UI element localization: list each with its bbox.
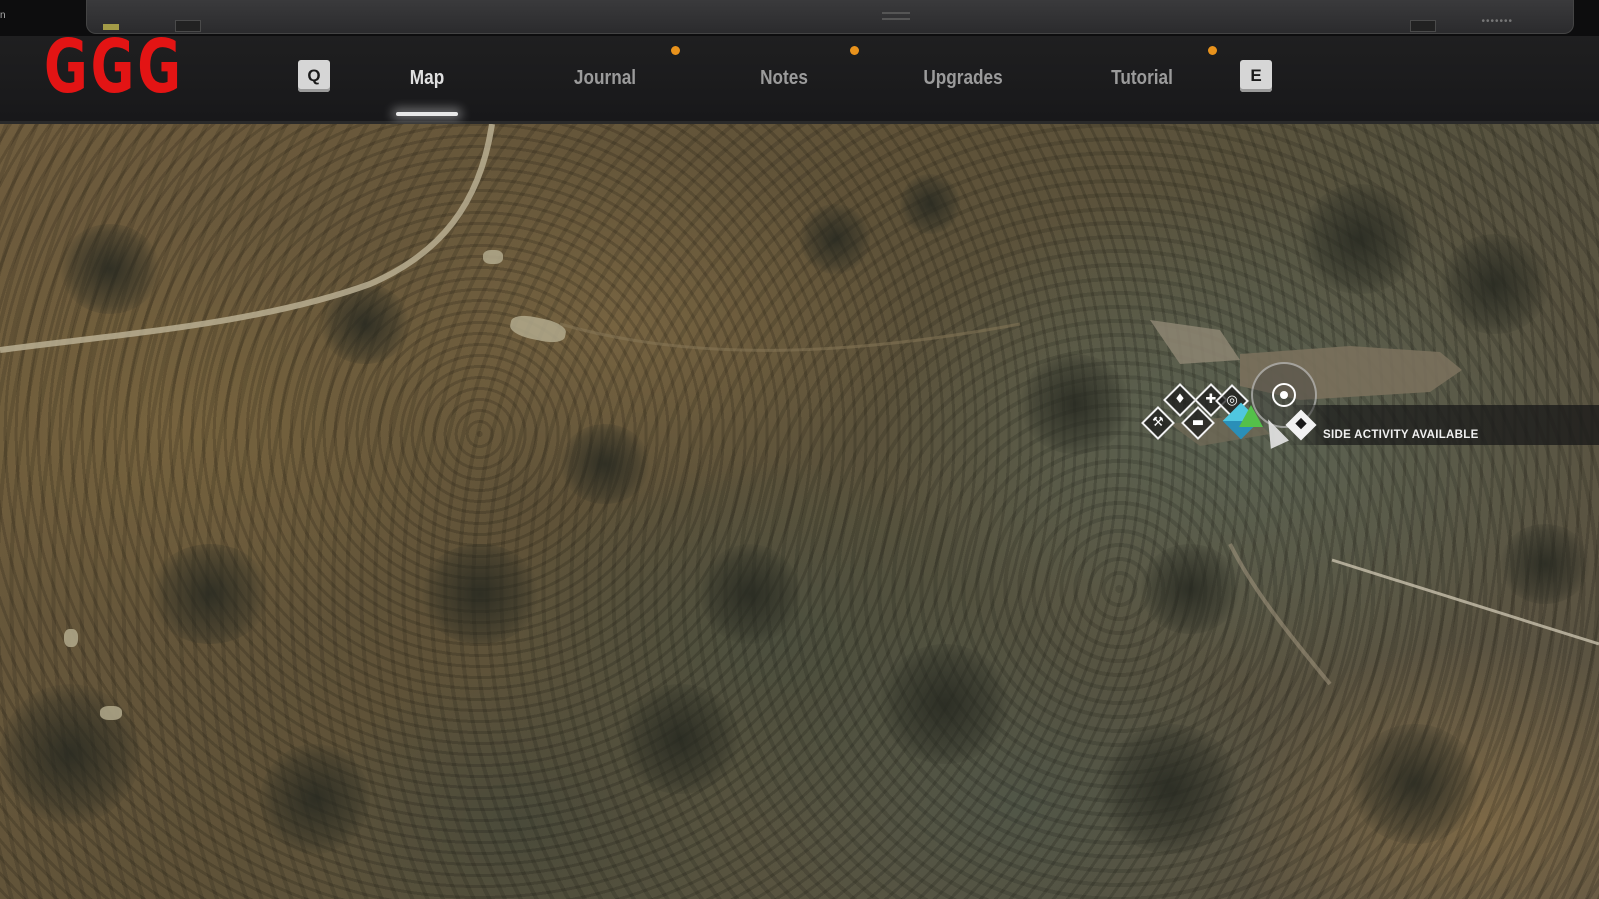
journal-notification-dot <box>671 46 680 55</box>
tutorial-notification-dot <box>1208 46 1217 55</box>
map-paths <box>0 124 1599 686</box>
game-screen: n ••••••• GGG Q Map Journal Notes Upgrad… <box>0 0 1599 899</box>
loot-glyph: ♦ <box>1174 392 1186 407</box>
world-map[interactable] <box>0 124 1599 899</box>
prev-tab-key-button[interactable]: Q <box>298 60 330 92</box>
chrome-frame: ••••••• <box>86 0 1574 34</box>
ggg-logo: GGG <box>44 24 184 110</box>
corner-text: n <box>0 10 6 21</box>
notes-notification-dot <box>850 46 859 55</box>
player-location-icon[interactable] <box>1272 383 1296 407</box>
tab-map[interactable]: Map <box>371 62 483 94</box>
bed-glyph: ▬ <box>1191 415 1205 430</box>
active-tab-indicator <box>396 112 458 116</box>
drag-handle-icon[interactable] <box>882 12 910 20</box>
tab-tutorial[interactable]: Tutorial <box>1086 62 1198 94</box>
tab-notes[interactable]: Notes <box>728 62 840 94</box>
tab-journal[interactable]: Journal <box>549 62 661 94</box>
tool-glyph: ⚒ <box>1152 415 1164 430</box>
next-tab-key-button[interactable]: E <box>1240 60 1272 92</box>
chrome-dots: ••••••• <box>1481 16 1513 27</box>
tooltip-label: SIDE ACTIVITY AVAILABLE <box>1323 427 1479 441</box>
tab-upgrades[interactable]: Upgrades <box>907 62 1019 94</box>
menu-navbar: GGG Q Map Journal Notes Upgrades Tutoria… <box>0 30 1599 127</box>
window-chrome: n ••••••• <box>0 0 1599 36</box>
chrome-clip-right <box>1410 20 1436 32</box>
